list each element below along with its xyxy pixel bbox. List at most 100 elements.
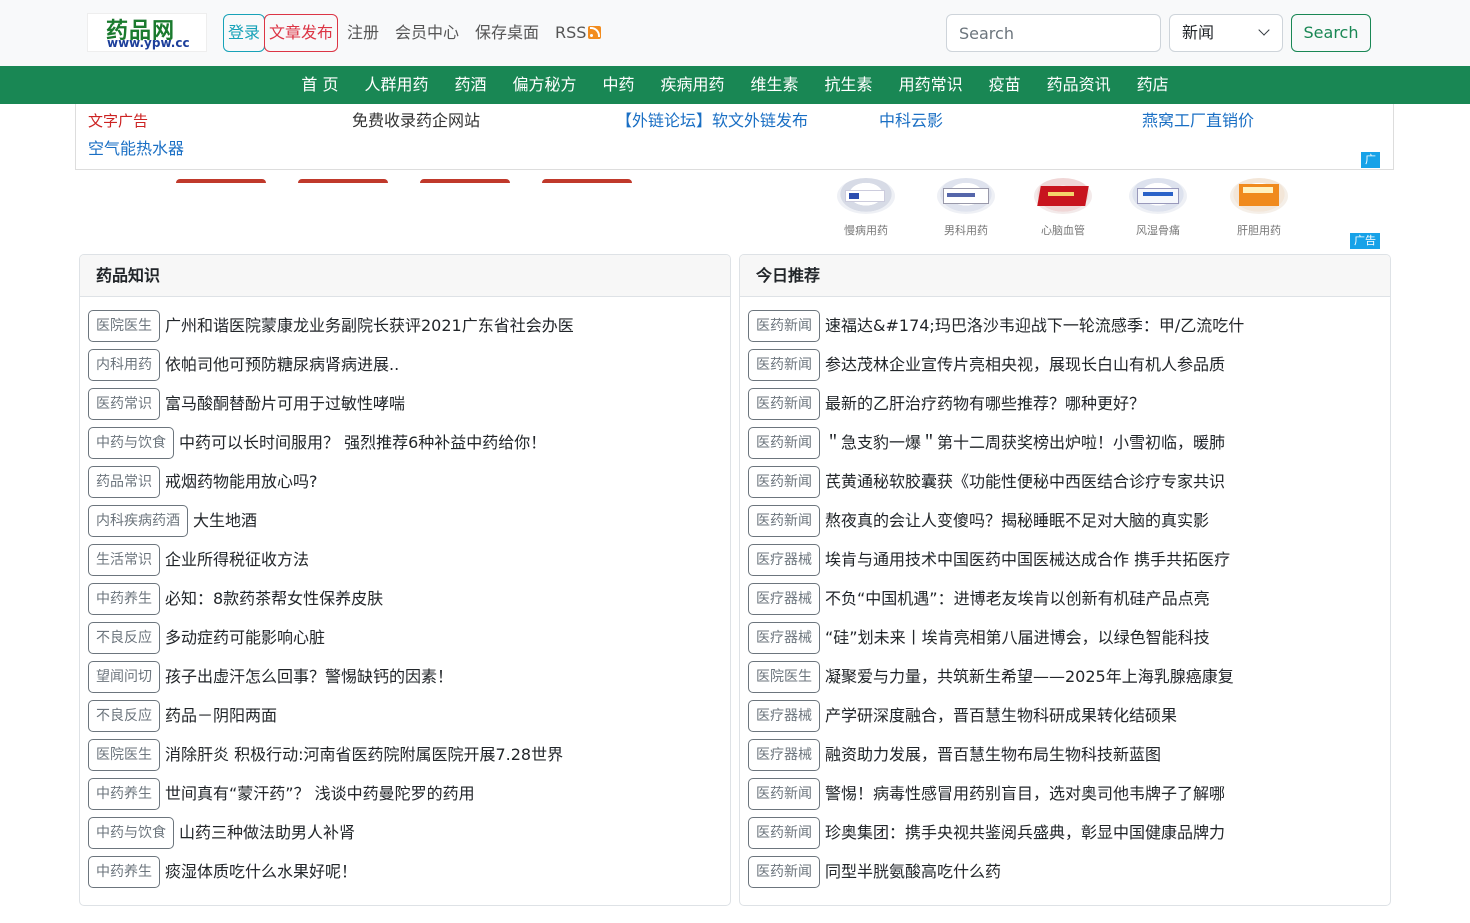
- text-ad-label[interactable]: 文字广告: [88, 109, 148, 133]
- list-item: 医药新闻 同型半胱氨酸高吃什么药: [748, 856, 1382, 895]
- article-link[interactable]: 凝聚爱与力量，共筑新生希望——2025年上海乳腺癌康复: [825, 661, 1234, 693]
- article-link[interactable]: 珍奥集团：携手央视共鉴阅兵盛典，彰显中国健康品牌力: [825, 817, 1225, 849]
- nav-item-antibiotics[interactable]: 抗生素: [812, 66, 886, 104]
- article-link[interactable]: 熬夜真的会让人变傻吗？揭秘睡眠不足对大脑的真实影: [825, 505, 1209, 537]
- article-link[interactable]: 富马酸酮替酚片可用于过敏性哮喘: [165, 388, 405, 420]
- category-tag[interactable]: 医疗器械: [748, 583, 820, 615]
- text-ad-forum[interactable]: 【外链论坛】软文外链发布: [616, 109, 808, 133]
- article-link[interactable]: 世间真有“蒙汗药”？ 浅谈中药曼陀罗的药用: [165, 778, 475, 810]
- article-link[interactable]: 融资助力发展，晋百慧生物布局生物科技新蓝图: [825, 739, 1161, 771]
- nav-item-population[interactable]: 人群用药: [351, 66, 441, 104]
- article-link[interactable]: 不负“中国机遇”：进博老友埃肯以创新有机硅产品点亮: [825, 583, 1210, 615]
- category-tag[interactable]: 医疗器械: [748, 739, 820, 771]
- category-tag[interactable]: 医药新闻: [748, 466, 820, 498]
- nav-item-vaccines[interactable]: 疫苗: [976, 66, 1034, 104]
- category-tag[interactable]: 不良反应: [88, 700, 160, 732]
- article-link[interactable]: 戒烟药物能用放心吗?: [165, 466, 318, 498]
- article-link[interactable]: 多动症药可能影响心脏: [165, 622, 325, 654]
- save-desktop-link[interactable]: 保存桌面: [475, 21, 539, 45]
- image-ad-rheumatism[interactable]: 风湿骨痛: [1118, 178, 1198, 238]
- text-ad-birdnest[interactable]: 燕窝工厂直销价: [1142, 109, 1254, 133]
- nav-item-folk-remedies[interactable]: 偏方秘方: [499, 66, 589, 104]
- category-tag[interactable]: 药品常识: [88, 466, 160, 498]
- article-link[interactable]: 埃肯与通用技术中国医药中国医械达成合作 携手共拓医疗: [825, 544, 1230, 576]
- category-tag[interactable]: 医疗器械: [748, 622, 820, 654]
- login-button[interactable]: 登录: [223, 14, 266, 52]
- article-link[interactable]: 同型半胱氨酸高吃什么药: [825, 856, 1001, 888]
- article-link[interactable]: 芪黄通秘软胶囊获《功能性便秘中西医结合诊疗专家共识: [825, 466, 1225, 498]
- article-link[interactable]: 企业所得税征收方法: [165, 544, 309, 576]
- article-link[interactable]: 大生地酒: [193, 505, 257, 537]
- text-ad-zhongke[interactable]: 中科云影: [879, 109, 943, 133]
- category-tag[interactable]: 医药新闻: [748, 427, 820, 459]
- article-link[interactable]: 速福达&#174;玛巴洛沙韦迎战下一轮流感季：甲/乙流吃什: [825, 310, 1244, 342]
- category-tag[interactable]: 生活常识: [88, 544, 160, 576]
- category-tag[interactable]: 医药新闻: [748, 310, 820, 342]
- publish-article-button[interactable]: 文章发布: [264, 14, 339, 52]
- medicine-box-icon: [937, 178, 995, 214]
- category-tag[interactable]: 医疗器械: [748, 700, 820, 732]
- article-link[interactable]: 广州和谐医院蒙康龙业务副院长获评2021广东省社会办医: [165, 310, 574, 342]
- article-link[interactable]: 警惕！病毒性感冒用药别盲目，选对奥司他韦牌子了解哪: [825, 778, 1225, 810]
- text-ad-heater[interactable]: 空气能热水器: [88, 137, 184, 161]
- category-tag[interactable]: 内科疾病药酒: [88, 505, 188, 537]
- category-tag[interactable]: 医药新闻: [748, 778, 820, 810]
- article-link[interactable]: 山药三种做法助男人补肾: [179, 817, 355, 849]
- image-ad-andrology[interactable]: 男科用药: [926, 178, 1006, 238]
- category-tag[interactable]: 中药养生: [88, 778, 160, 810]
- search-category-select[interactable]: 新闻: [1169, 14, 1283, 52]
- register-link[interactable]: 注册: [347, 21, 379, 45]
- image-ad-caption: 男科用药: [944, 224, 988, 237]
- article-link[interactable]: 必知：8款药茶帮女性保养皮肤: [165, 583, 383, 615]
- category-tag[interactable]: 医药新闻: [748, 505, 820, 537]
- rss-link[interactable]: RSS: [555, 21, 602, 45]
- nav-item-medicinal-wine[interactable]: 药酒: [441, 66, 499, 104]
- search-button[interactable]: Search: [1291, 14, 1371, 52]
- article-link[interactable]: ＂急支豹一爆＂第十二周获奖榜出炉啦！小雪初临，暖肺: [825, 427, 1225, 459]
- article-link[interactable]: 中药可以长时间服用？ 强烈推荐6种补益中药给你！: [179, 427, 546, 459]
- category-tag[interactable]: 医院医生: [88, 739, 160, 771]
- category-tag[interactable]: 医院医生: [88, 310, 160, 342]
- article-link[interactable]: 痰湿体质吃什么水果好呢！: [165, 856, 357, 888]
- nav-item-drug-news[interactable]: 药品资讯: [1034, 66, 1124, 104]
- category-tag[interactable]: 内科用药: [88, 349, 160, 381]
- category-tag[interactable]: 医药新闻: [748, 817, 820, 849]
- category-tag[interactable]: 医院医生: [748, 661, 820, 693]
- category-tag[interactable]: 医药常识: [88, 388, 160, 420]
- article-link[interactable]: 药品－阴阳两面: [165, 700, 277, 732]
- article-link[interactable]: 参达茂林企业宣传片亮相央视，展现长白山有机人参品质: [825, 349, 1225, 381]
- image-ad-cardio[interactable]: 心脑血管: [1023, 178, 1103, 238]
- search-input[interactable]: [946, 14, 1161, 52]
- category-tag[interactable]: 中药养生: [88, 856, 160, 888]
- article-link[interactable]: 孩子出虚汗怎么回事？警惕缺钙的因素！: [165, 661, 453, 693]
- article-link[interactable]: 消除肝炎 积极行动:河南省医药院附属医院开展7.28世界: [165, 739, 563, 771]
- article-link[interactable]: 最新的乙肝治疗药物有哪些推荐？哪种更好？: [825, 388, 1145, 420]
- article-link[interactable]: 依帕司他可预防糖尿病肾病进展..: [165, 349, 399, 381]
- site-logo[interactable]: 药品网 www.ypw.cc: [87, 13, 207, 52]
- image-ad-tab[interactable]: [298, 179, 388, 183]
- category-tag[interactable]: 望闻问切: [88, 661, 160, 693]
- member-center-link[interactable]: 会员中心: [395, 21, 459, 45]
- image-ad-tab[interactable]: [176, 179, 266, 183]
- category-tag[interactable]: 医药新闻: [748, 388, 820, 420]
- nav-item-drug-knowledge[interactable]: 用药常识: [886, 66, 976, 104]
- text-ad-free-listing[interactable]: 免费收录药企网站: [352, 109, 480, 133]
- category-tag[interactable]: 中药与饮食: [88, 427, 174, 459]
- article-link[interactable]: 产学研深度融合，晋百慧生物科研成果转化结硕果: [825, 700, 1177, 732]
- category-tag[interactable]: 不良反应: [88, 622, 160, 654]
- nav-item-tcm[interactable]: 中药: [590, 66, 648, 104]
- category-tag[interactable]: 医疗器械: [748, 544, 820, 576]
- image-ad-liver[interactable]: 肝胆用药: [1219, 178, 1299, 238]
- nav-item-disease-drugs[interactable]: 疾病用药: [648, 66, 738, 104]
- image-ad-chronic[interactable]: 慢病用药: [826, 178, 906, 238]
- category-tag[interactable]: 中药养生: [88, 583, 160, 615]
- nav-item-vitamins[interactable]: 维生素: [738, 66, 812, 104]
- nav-item-home[interactable]: 首 页: [288, 66, 351, 104]
- nav-item-pharmacy[interactable]: 药店: [1124, 66, 1182, 104]
- image-ad-tab[interactable]: [542, 179, 632, 183]
- category-tag[interactable]: 中药与饮食: [88, 817, 174, 849]
- category-tag[interactable]: 医药新闻: [748, 349, 820, 381]
- article-link[interactable]: “硅”划未来丨埃肯亮相第八届进博会，以绿色智能科技: [825, 622, 1210, 654]
- category-tag[interactable]: 医药新闻: [748, 856, 820, 888]
- image-ad-tab[interactable]: [420, 179, 510, 183]
